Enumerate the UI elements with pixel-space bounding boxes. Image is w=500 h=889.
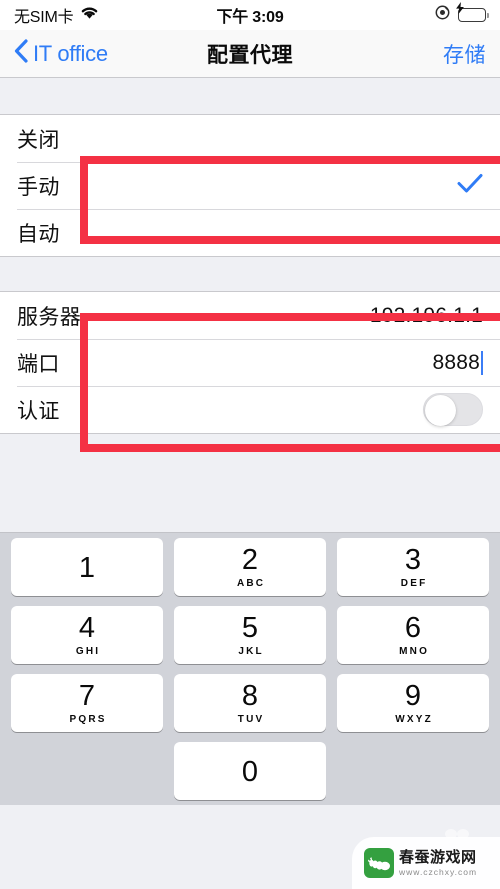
watermark-text: 春蚕游戏网 www.czchxy.com: [399, 850, 477, 877]
key-5[interactable]: 5 JKL: [174, 606, 326, 664]
back-button[interactable]: IT office: [14, 38, 108, 69]
site-watermark: 春蚕游戏网 www.czchxy.com: [352, 837, 500, 889]
text-cursor: [481, 350, 483, 375]
keyboard-row-3: 7 PQRS 8 TUV 9 WXYZ: [3, 674, 497, 732]
key-8[interactable]: 8 TUV: [174, 674, 326, 732]
key-digit: 3: [404, 543, 422, 576]
keyboard-row-1: 1 2 ABC 3 DEF: [3, 538, 497, 596]
key-letters: MNO: [399, 645, 430, 657]
toggle-knob: [425, 395, 456, 426]
keyboard-row-4: 0: [3, 742, 497, 800]
port-input[interactable]: 8888: [432, 350, 483, 375]
key-letters: JKL: [238, 645, 264, 657]
key-digit: 6: [404, 611, 422, 644]
auth-label: 认证: [17, 399, 60, 423]
key-letters: GHI: [75, 645, 101, 657]
proxy-mode-section: 关闭 手动 自动: [0, 114, 500, 257]
status-bar: 无SIM卡 下午 3:09: [0, 0, 500, 30]
port-value: 8888: [432, 350, 480, 374]
content-spacer: [0, 434, 500, 533]
key-4[interactable]: 4 GHI: [11, 606, 163, 664]
key-3[interactable]: 3 DEF: [337, 538, 489, 596]
back-button-label: IT office: [33, 40, 108, 66]
watermark-url: www.czchxy.com: [399, 866, 478, 877]
key-digit: 2: [241, 543, 259, 576]
key-digit: 7: [78, 679, 96, 712]
key-digit: 9: [404, 679, 422, 712]
row-label: 自动: [17, 222, 60, 246]
row-label: 关闭: [17, 128, 60, 152]
proxy-settings-section: 服务器 192.196.1.1 端口 8888 认证: [0, 291, 500, 434]
proxy-mode-row-off[interactable]: 关闭: [0, 115, 500, 162]
key-letters: WXYZ: [395, 713, 433, 725]
proxy-mode-row-auto[interactable]: 自动: [0, 209, 500, 256]
key-digit: 8: [241, 679, 259, 712]
key-digit: 4: [78, 611, 96, 644]
server-input[interactable]: 192.196.1.1: [370, 304, 483, 328]
server-value: 192.196.1.1: [369, 303, 483, 327]
port-row[interactable]: 端口 8888: [0, 339, 500, 386]
proxy-mode-row-manual[interactable]: 手动: [0, 162, 500, 209]
key-6[interactable]: 6 MNO: [337, 606, 489, 664]
battery-charging-icon: [456, 2, 489, 22]
watermark-dots-decoration: [444, 825, 470, 839]
section-gap-middle: [0, 257, 500, 291]
key-digit: 5: [241, 611, 259, 644]
key-digit: 1: [78, 551, 96, 584]
silkworm-logo-icon: [364, 848, 394, 878]
save-button[interactable]: 存储: [443, 39, 486, 69]
row-label: 手动: [17, 175, 60, 199]
watermark-title: 春蚕游戏网: [399, 848, 477, 866]
port-label: 端口: [17, 352, 60, 376]
navigation-bar: IT office 配置代理 存储: [0, 30, 500, 78]
key-letters: ABC: [236, 577, 266, 589]
server-row[interactable]: 服务器 192.196.1.1: [0, 292, 500, 339]
status-bar-clock: 下午 3:09: [216, 9, 284, 26]
key-letters: TUV: [237, 713, 265, 725]
checkmark-icon: [457, 173, 483, 199]
key-1[interactable]: 1: [11, 538, 163, 596]
key-2[interactable]: 2 ABC: [174, 538, 326, 596]
key-digit: 0: [241, 755, 259, 788]
key-letters: DEF: [400, 577, 428, 589]
key-9[interactable]: 9 WXYZ: [337, 674, 489, 732]
auth-toggle[interactable]: [423, 393, 483, 426]
auth-row: 认证: [0, 386, 500, 433]
server-label: 服务器: [17, 305, 82, 329]
numeric-keyboard: 1 2 ABC 3 DEF 4 GHI 5 JKL 6 MNO 7 PQRS 8…: [0, 533, 500, 805]
chevron-left-icon: [14, 38, 28, 69]
key-letters: PQRS: [69, 713, 107, 725]
key-0[interactable]: 0: [174, 742, 326, 800]
key-7[interactable]: 7 PQRS: [11, 674, 163, 732]
keyboard-row-2: 4 GHI 5 JKL 6 MNO: [3, 606, 497, 664]
section-gap-top: [0, 78, 500, 114]
